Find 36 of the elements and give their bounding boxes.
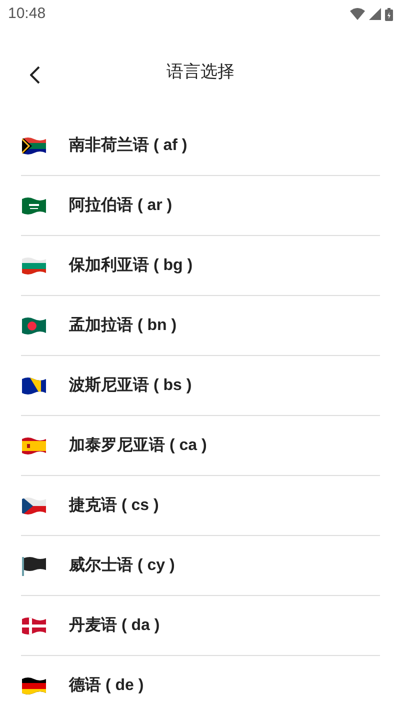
language-item[interactable]: 阿拉伯语 ( ar ) [21, 176, 380, 236]
language-item[interactable]: 威尔士语 ( cy ) [21, 536, 380, 596]
flag-icon [21, 676, 47, 696]
back-icon [30, 66, 40, 84]
flag-icon [21, 496, 47, 516]
language-name: 丹麦语 ( da ) [69, 616, 160, 636]
page-title: 语言选择 [166, 61, 234, 84]
language-name: 捷克语 ( cs ) [69, 496, 159, 516]
language-name: 南非荷兰语 ( af ) [69, 135, 188, 156]
flag-icon [21, 436, 47, 456]
language-item[interactable]: 加泰罗尼亚语 ( ca ) [21, 416, 380, 476]
wifi-icon [350, 8, 365, 20]
language-item[interactable]: 孟加拉语 ( bn ) [21, 296, 380, 356]
language-item[interactable]: 波斯尼亚语 ( bs ) [21, 356, 380, 416]
language-name: 波斯尼亚语 ( bs ) [69, 376, 192, 396]
language-item[interactable]: 保加利亚语 ( bg ) [21, 236, 380, 296]
language-name: 威尔士语 ( cy ) [69, 556, 175, 576]
signal-icon [369, 8, 381, 20]
language-name: 德语 ( de ) [69, 676, 144, 696]
flag-icon [21, 136, 47, 156]
language-name: 保加利亚语 ( bg ) [69, 256, 193, 276]
language-name: 加泰罗尼亚语 ( ca ) [69, 436, 207, 456]
flag-icon [21, 376, 47, 396]
language-item[interactable]: 捷克语 ( cs ) [21, 476, 380, 536]
language-item[interactable]: 丹麦语 ( da ) [21, 596, 380, 656]
battery-icon [385, 8, 393, 20]
language-name: 阿拉伯语 ( ar ) [69, 196, 172, 216]
language-item[interactable]: 南非荷兰语 ( af ) [21, 116, 380, 176]
flag-icon [21, 616, 47, 636]
flag-icon [21, 196, 47, 216]
status-time: 10:48 [8, 4, 46, 24]
flag-icon [21, 256, 47, 276]
language-name: 孟加拉语 ( bn ) [69, 316, 177, 336]
flag-icon [21, 316, 47, 336]
language-item[interactable]: 德语 ( de ) [21, 656, 380, 713]
flag-icon [21, 556, 47, 576]
